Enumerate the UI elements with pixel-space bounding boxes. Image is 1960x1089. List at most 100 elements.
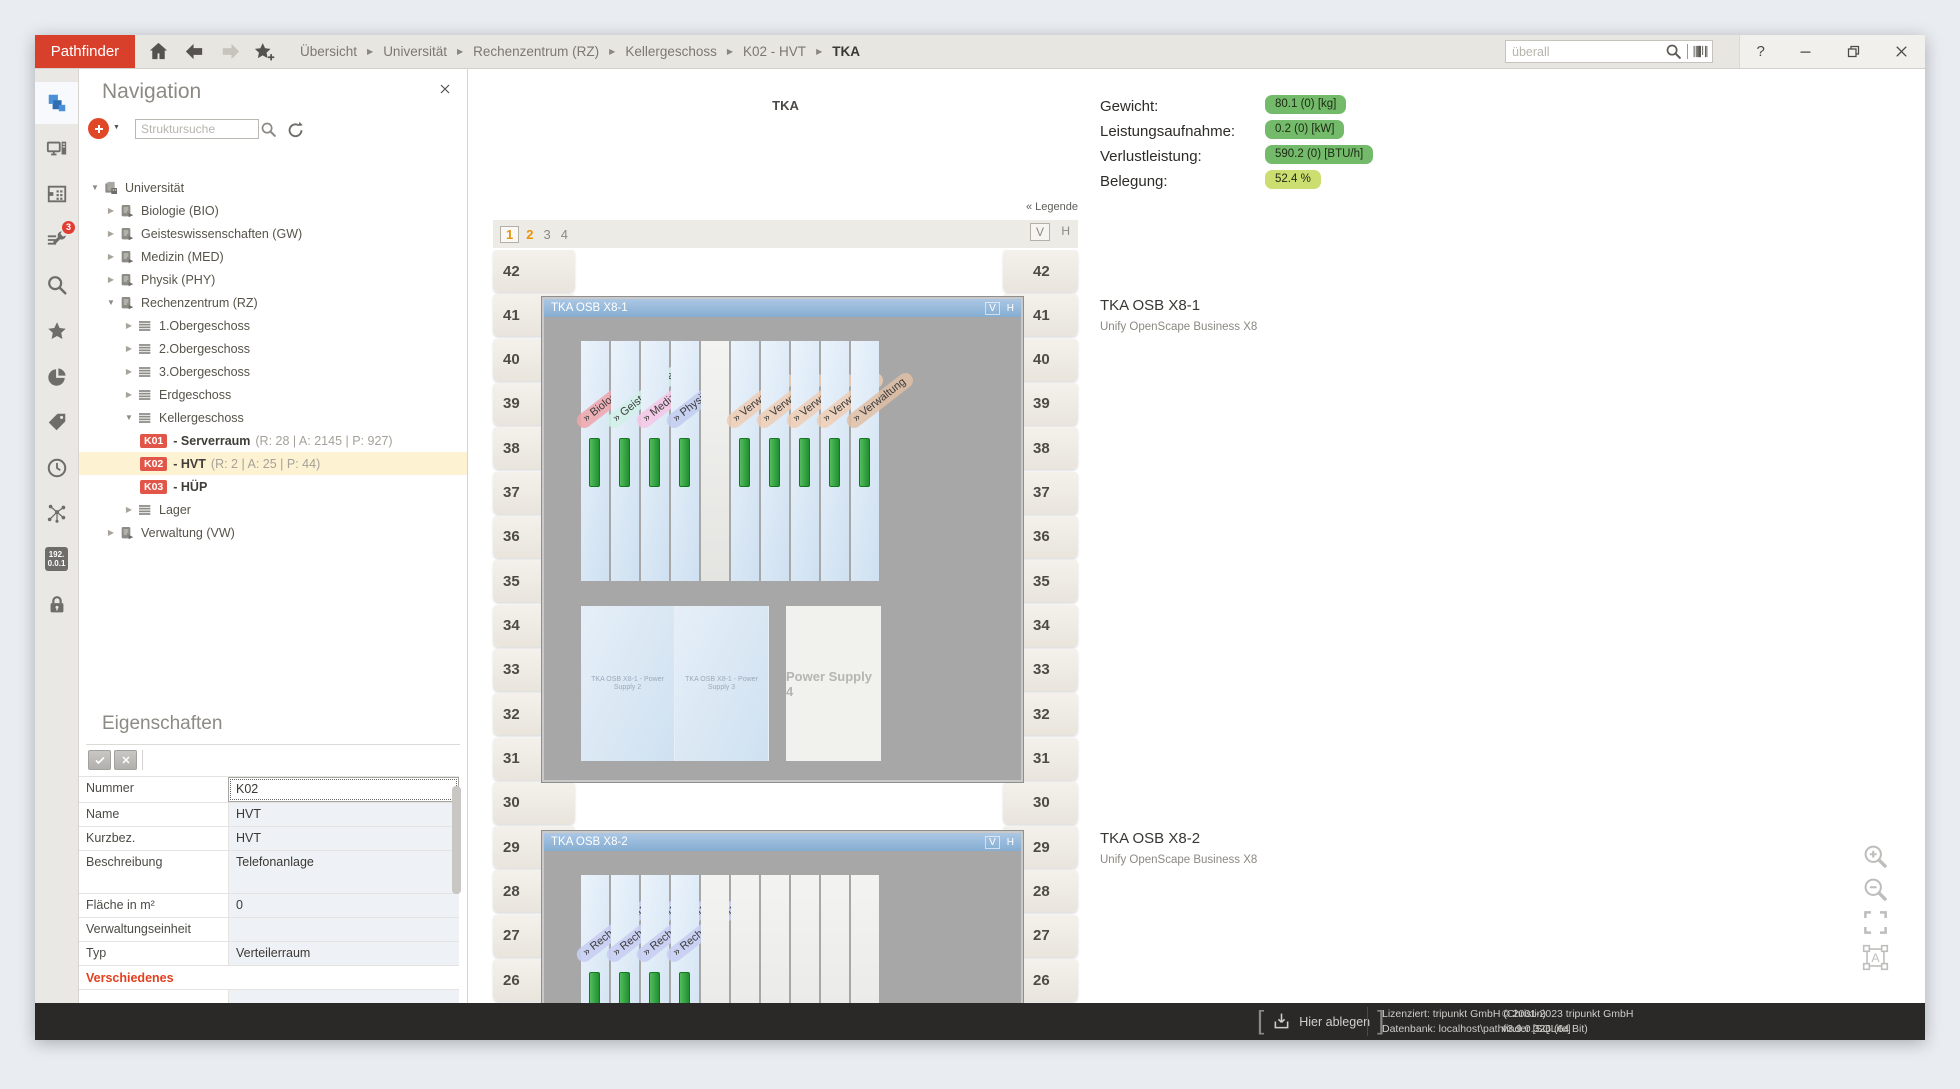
sidebar-item-favorites[interactable] [35, 310, 78, 352]
expander-icon[interactable]: ▼ [104, 298, 118, 307]
device-slot[interactable] [821, 875, 849, 1003]
help-button[interactable]: ? [1756, 43, 1764, 60]
device-slot[interactable] [701, 341, 729, 581]
fit-view-icon[interactable] [1862, 909, 1889, 936]
tree-search-icon[interactable] [260, 121, 277, 138]
power-supply-unit[interactable]: Power Supply 4 [786, 606, 881, 761]
chevron-down-icon[interactable]: ▼ [113, 124, 120, 131]
home-icon[interactable] [147, 40, 170, 63]
expander-icon[interactable]: ▶ [122, 321, 136, 330]
tree-item[interactable]: ▶Geisteswissenschaften (GW) [78, 222, 467, 245]
property-value-nummer[interactable]: K02 [228, 777, 459, 802]
add-favorite-icon[interactable] [253, 40, 276, 63]
device-view-toggle-h[interactable]: H [1007, 303, 1014, 314]
breadcrumb-item[interactable]: K02 - HVT [743, 44, 806, 59]
tree-item[interactable]: ▼Kellergeschoss [78, 406, 467, 429]
expander-icon[interactable]: ▶ [122, 505, 136, 514]
legend-link[interactable]: « Legende [493, 201, 1078, 213]
zoom-in-icon[interactable] [1862, 843, 1889, 870]
device-view-toggle-v[interactable]: V [985, 836, 1000, 849]
sidebar-item-topology[interactable] [35, 492, 78, 534]
forward-icon[interactable] [219, 40, 242, 63]
tree-item[interactable]: ▶Verwaltung (VW) [78, 521, 467, 544]
expander-icon[interactable]: ▶ [104, 206, 118, 215]
property-value-typ[interactable]: Verteilerraum [228, 942, 459, 965]
tree-item[interactable]: ▶Physik (PHY) [78, 268, 467, 291]
expander-icon[interactable]: ▶ [122, 390, 136, 399]
device-slot[interactable] [731, 875, 759, 1003]
expander-icon[interactable]: ▼ [122, 413, 136, 422]
refresh-icon[interactable] [286, 120, 305, 139]
rack-tab-3[interactable]: 3 [543, 227, 550, 242]
device-slot[interactable] [851, 875, 879, 1003]
rack-device-tka-osb-x8-1[interactable]: TKA OSB X8-1VH» Biologie» Geisteswissens… [541, 296, 1024, 783]
sidebar-item-security[interactable] [35, 584, 78, 626]
toggle-labels-icon[interactable]: A [1862, 944, 1889, 971]
expander-icon[interactable]: ▶ [122, 367, 136, 376]
device-view-toggle-h[interactable]: H [1007, 837, 1014, 848]
zoom-out-icon[interactable] [1862, 876, 1889, 903]
barcode-icon[interactable] [1692, 43, 1709, 60]
breadcrumb-item[interactable]: Kellergeschoss [625, 44, 717, 59]
tree-item[interactable]: ▶1.Obergeschoss [78, 314, 467, 337]
tree-item[interactable]: ▶Lager [78, 498, 467, 521]
search-icon[interactable] [1665, 43, 1682, 60]
view-toggle-h[interactable]: H [1061, 224, 1070, 238]
property-value-beschreibung[interactable]: Telefonanlage [228, 851, 459, 893]
device-slot[interactable] [761, 875, 789, 1003]
rack-tab-1[interactable]: 1 [500, 226, 519, 243]
rack-tab-2[interactable]: 2 [526, 227, 533, 242]
expander-icon[interactable]: ▶ [104, 275, 118, 284]
property-value-name[interactable]: HVT [228, 803, 459, 826]
cancel-button[interactable] [114, 750, 137, 770]
sidebar-item-workstation[interactable] [35, 128, 78, 170]
expander-icon[interactable]: ▶ [122, 344, 136, 353]
sidebar-item-floorplan[interactable] [35, 173, 78, 215]
tree-item[interactable]: ▶2.Obergeschoss [78, 337, 467, 360]
expander-icon[interactable]: ▶ [104, 252, 118, 261]
rack-device-tka-osb-x8-2[interactable]: TKA OSB X8-2VH» Rechenzentrum» Rechenzen… [541, 830, 1024, 1003]
tree-item-k03[interactable]: K03- HÜP [78, 475, 467, 498]
close-panel-icon[interactable] [439, 82, 451, 94]
expander-icon[interactable]: ▶ [104, 229, 118, 238]
power-supply-unit[interactable]: TKA OSB X8-1 - Power Supply 2 [581, 606, 675, 761]
sidebar-item-tasks[interactable]: 3 [35, 219, 78, 261]
sidebar-item-reports[interactable] [35, 356, 78, 398]
restore-icon[interactable] [1846, 44, 1861, 59]
rack-tab-4[interactable]: 4 [561, 227, 568, 242]
sidebar-item-history[interactable] [35, 447, 78, 489]
property-value-fl-che-in-m-[interactable]: 0 [228, 894, 459, 917]
global-search-input[interactable] [1506, 45, 1665, 59]
scrollbar-thumb[interactable] [452, 786, 461, 894]
close-icon[interactable] [1894, 44, 1909, 59]
tree-item[interactable]: ▶3.Obergeschoss [78, 360, 467, 383]
sidebar-item-ip-address[interactable]: 192.0.0.1 [35, 538, 78, 580]
tree-item-k02[interactable]: K02- HVT(R: 2 | A: 25 | P: 44) [78, 452, 467, 475]
breadcrumb-item[interactable]: Universität [383, 44, 447, 59]
structure-search-input[interactable] [135, 119, 259, 139]
apply-button[interactable] [88, 750, 111, 770]
property-value-kurzbez-[interactable]: HVT [228, 827, 459, 850]
add-node-button[interactable] [88, 118, 109, 139]
device-slot[interactable] [791, 875, 819, 1003]
minimize-icon[interactable] [1798, 44, 1813, 59]
device-slot[interactable] [701, 875, 729, 1003]
expander-icon[interactable]: ▼ [88, 183, 102, 192]
view-toggle-v[interactable]: V [1030, 223, 1050, 241]
device-view-toggle-v[interactable]: V [985, 302, 1000, 315]
tree-item-k01[interactable]: K01- Serverraum(R: 28 | A: 2145 | P: 927… [78, 429, 467, 452]
power-supply-unit[interactable]: TKA OSB X8-1 - Power Supply 3 [675, 606, 769, 761]
tree-item[interactable]: ▶Biologie (BIO) [78, 199, 467, 222]
tree-item[interactable]: ▶Medizin (MED) [78, 245, 467, 268]
tree-item[interactable]: ▼Universität [78, 176, 467, 199]
power-supply-group[interactable]: TKA OSB X8-1 - Power Supply 2TKA OSB X8-… [581, 606, 769, 761]
property-value-verwaltungseinheit[interactable] [228, 918, 459, 941]
tree-item[interactable]: ▶Erdgeschoss [78, 383, 467, 406]
drop-zone[interactable]: [ Hier ablegen ] [1257, 1003, 1384, 1040]
back-icon[interactable] [183, 40, 206, 63]
property-value[interactable] [228, 990, 459, 1003]
sidebar-item-search[interactable] [35, 264, 78, 306]
expander-icon[interactable]: ▶ [104, 528, 118, 537]
sidebar-item-navigation[interactable] [35, 82, 78, 124]
breadcrumb-item[interactable]: Rechenzentrum (RZ) [473, 44, 599, 59]
